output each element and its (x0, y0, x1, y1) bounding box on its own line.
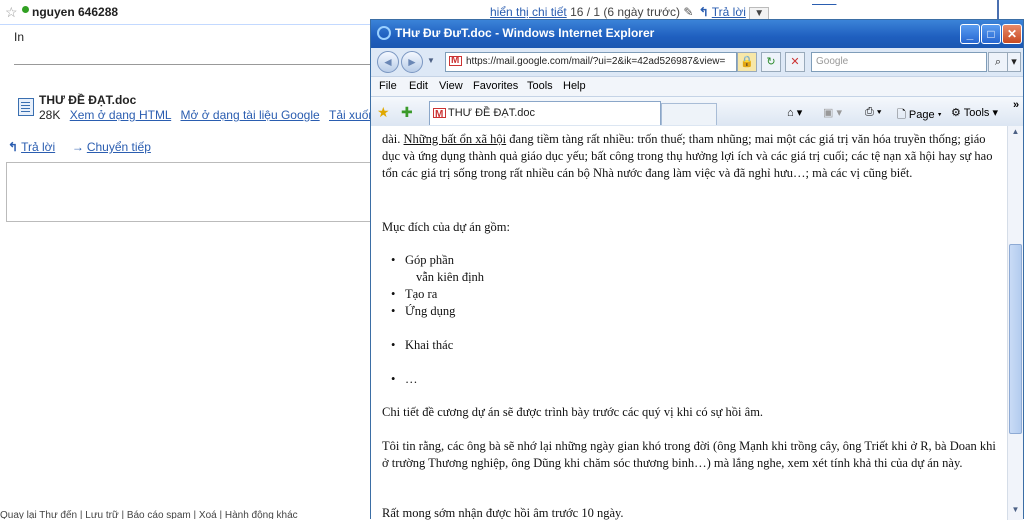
message-body-text: In (14, 30, 25, 44)
attachment-links: 28K Xem ở dạng HTML Mở ở dạng tài liệu G… (39, 108, 382, 122)
menu-bar: File Edit View Favorites Tools Help (371, 76, 1023, 97)
tools-menu-label: Tools (963, 107, 990, 119)
scroll-thumb[interactable] (1009, 244, 1022, 434)
quick-reply-box[interactable] (6, 162, 372, 222)
search-box[interactable]: Google (811, 52, 987, 72)
search-icon[interactable]: ⌕ (988, 52, 1008, 72)
bullet-item: Tạo ra (391, 286, 1007, 303)
bullet-item: Ứng dụng (391, 303, 1007, 320)
document-viewer: dài. Những bất ổn xã hội đang tiềm tàng … (371, 126, 1007, 520)
toolbar-overflow-icon[interactable]: » (1013, 99, 1019, 111)
purpose-heading: Mục đích của dự án gồm: (382, 220, 510, 234)
menu-tools[interactable]: Tools (527, 80, 553, 92)
sender-name[interactable]: nguyen 646288 (32, 5, 118, 19)
page-menu-label: Page (908, 109, 935, 121)
para-start: dài. (382, 132, 404, 146)
word-document-icon (18, 98, 34, 116)
right-panel-edge (997, 0, 999, 20)
paragraph-issues: dài. Những bất ổn xã hội đang tiềm tàng … (382, 131, 1002, 182)
search-options-dropdown[interactable]: ▾ (1007, 52, 1021, 72)
attachment-size: 28K (39, 108, 61, 122)
recent-pages-dropdown[interactable]: ▼ (427, 56, 435, 65)
favorites-star-icon[interactable]: ★ (377, 104, 390, 121)
bottom-action-bar[interactable]: Quay lại Thư đến | Lưu trữ | Báo cáo spa… (0, 510, 370, 519)
gmail-favicon-icon (449, 53, 462, 70)
scroll-up-icon[interactable]: ▲ (1009, 127, 1022, 141)
menu-help[interactable]: Help (563, 80, 586, 92)
reply-arrow-icon: ↰ (8, 140, 19, 154)
bullet-item: Khai thác (391, 337, 1007, 354)
tab-bar: ★ ✚ THƯ ĐỀ ĐẠT.doc ⌂ ▾ ▣ ▾ ⎙ ▾ 🗋 Page ▾ … (371, 96, 1023, 127)
forward-button[interactable]: ► (401, 51, 423, 73)
tools-menu[interactable]: ⚙ Tools ▾ (951, 106, 998, 119)
tab-title: THƯ ĐỀ ĐẠT.doc (448, 107, 536, 119)
menu-file[interactable]: File (379, 80, 397, 92)
star-icon[interactable]: ☆ (5, 4, 18, 21)
back-button[interactable]: ◄ (377, 51, 399, 73)
menu-view[interactable]: View (439, 80, 463, 92)
feeds-icon[interactable]: ▣ ▾ (823, 106, 842, 119)
new-tab-button[interactable] (661, 103, 717, 125)
bullet-item: Góp phần (391, 252, 1007, 269)
message-date: 16 / 1 (6 ngày trước) (570, 5, 681, 19)
gmail-favicon-icon (433, 104, 446, 126)
forward-link[interactable]: Chuyển tiếp (87, 140, 151, 154)
vertical-scrollbar[interactable]: ▲ ▼ (1007, 126, 1023, 520)
tab-document[interactable]: THƯ ĐỀ ĐẠT.doc (429, 101, 661, 126)
add-favorite-icon[interactable]: ✚ (401, 104, 413, 121)
reply-link[interactable]: Trả lời (21, 140, 55, 154)
paragraph-detail: Chi tiết đề cương dự án sẽ được trình bà… (382, 405, 764, 419)
menu-edit[interactable]: Edit (409, 80, 428, 92)
scroll-down-icon[interactable]: ▼ (1009, 505, 1022, 519)
minimize-button[interactable]: _ (960, 24, 980, 44)
header-reply-button[interactable]: Trả lời (712, 5, 746, 19)
show-details-link[interactable]: hiển thị chi tiết (490, 5, 567, 19)
reply-arrow-icon: ↰ (698, 5, 709, 19)
address-bar[interactable]: https://mail.google.com/mail/?ui=2&ik=42… (445, 52, 737, 72)
ie-window: THư Đư ĐưT.doc - Windows Internet Explor… (370, 19, 1024, 520)
ie-logo-icon (377, 26, 391, 40)
view-as-html-link[interactable]: Xem ở dạng HTML (70, 108, 171, 122)
divider (14, 64, 374, 65)
home-icon[interactable]: ⌂ ▾ (787, 106, 802, 119)
window-title: THư Đư ĐưT.doc - Windows Internet Explor… (395, 26, 655, 40)
navigation-bar: ◄ ► ▼ https://mail.google.com/mail/?ui=2… (371, 48, 1023, 76)
reply-bar: ↰ Trả lời → Chuyển tiếp (8, 140, 151, 154)
paragraph-belief: Tôi tin rằng, các ông bà sẽ nhớ lại nhữn… (382, 439, 996, 470)
menu-favorites[interactable]: Favorites (473, 80, 518, 92)
forward-arrow-icon: → (71, 140, 84, 154)
header-actions: hiển thị chi tiết 16 / 1 (6 ngày trước) … (490, 5, 770, 20)
address-url: https://mail.google.com/mail/?ui=2&ik=42… (466, 56, 726, 67)
lock-icon[interactable]: 🔒 (737, 52, 757, 72)
print-icon[interactable]: ⎙ ▾ (865, 106, 881, 119)
pencil-icon[interactable]: ✎ (683, 5, 695, 19)
close-button[interactable]: ✕ (1002, 24, 1022, 44)
bullet-item: … (391, 371, 1007, 388)
page-menu[interactable]: 🗋 Page ▾ (897, 106, 942, 125)
refresh-icon[interactable]: ↻ (761, 52, 781, 72)
attachment-name: THƯ ĐỀ ĐẠT.doc (39, 93, 137, 107)
right-panel-link[interactable] (812, 0, 836, 6)
online-status-icon (22, 6, 29, 13)
paragraph-closing: Rất mong sớm nhận được hồi âm trước 10 n… (382, 506, 624, 520)
open-google-docs-link[interactable]: Mở ở dạng tài liệu Google (181, 108, 320, 122)
highlighted-phrase: Những bất ổn xã hội (403, 132, 507, 146)
bullet-continuation: vẫn kiên định (416, 270, 485, 284)
title-bar[interactable]: THư Đư ĐưT.doc - Windows Internet Explor… (371, 20, 1023, 48)
stop-icon[interactable]: ✕ (785, 52, 805, 72)
maximize-button[interactable]: □ (981, 24, 1001, 44)
